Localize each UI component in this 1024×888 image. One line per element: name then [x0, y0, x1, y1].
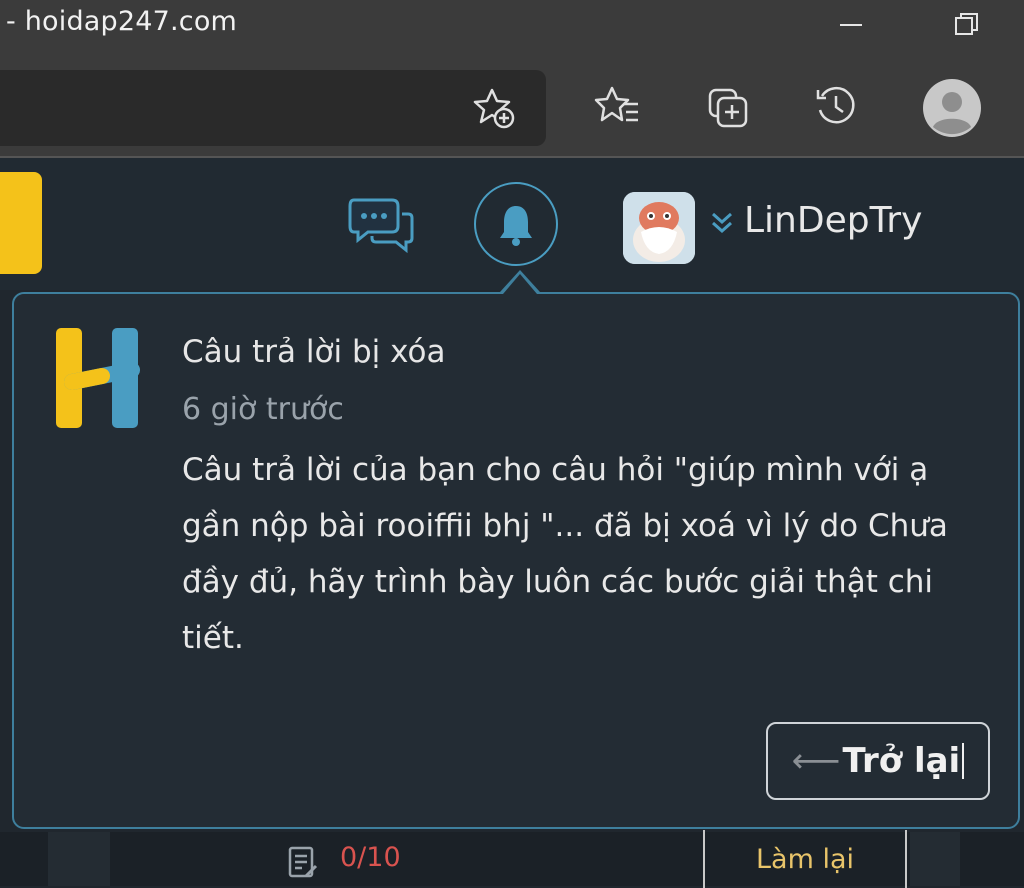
site-logo-block[interactable]: [0, 172, 42, 274]
bell-icon: [500, 206, 532, 246]
favorites-button[interactable]: [592, 80, 644, 132]
favorites-icon: [594, 86, 638, 122]
notification-logo: [52, 324, 148, 432]
avatar[interactable]: [623, 192, 695, 264]
back-button-label: Trở lại: [842, 741, 961, 781]
popup-pointer-fill: [503, 274, 537, 294]
browser-toolbar: [0, 56, 1024, 158]
notification-body: Câu trả lời của bạn cho câu hỏi "giúp mì…: [182, 452, 948, 656]
redo-button[interactable]: Làm lại: [703, 830, 907, 888]
favorite-add-icon: [473, 88, 515, 129]
text-caret: [962, 743, 965, 779]
score-value: 0/10: [340, 842, 401, 873]
notification-title: Câu trả lời bị xóa: [182, 334, 446, 370]
history-button[interactable]: [810, 80, 862, 132]
back-button[interactable]: ⟵ Trở lại: [766, 722, 990, 800]
collections-icon: [708, 88, 748, 128]
redo-button-label: Làm lại: [755, 843, 855, 875]
logo-h-icon: [56, 328, 140, 428]
notification-time: 6 giờ trước: [182, 392, 344, 427]
score-sheet-button: [288, 846, 318, 880]
collections-button[interactable]: [702, 80, 754, 132]
notification-popup: Câu trả lời bị xóa 6 giờ trước Câu trả l…: [12, 292, 1020, 829]
messages-button[interactable]: [346, 194, 418, 254]
browser-titlebar: - hoidap247.com: [0, 0, 1024, 56]
restore-icon: [955, 13, 978, 35]
back-arrow-icon: ⟵: [791, 741, 841, 781]
username[interactable]: LinDepTry: [744, 200, 922, 241]
favorite-add-button[interactable]: [468, 82, 520, 134]
minimize-button[interactable]: [830, 8, 870, 44]
address-bar[interactable]: [0, 70, 546, 146]
notifications-button[interactable]: [474, 182, 558, 266]
browser-title: - hoidap247.com: [6, 6, 238, 37]
restore-button[interactable]: [948, 8, 988, 44]
profile-icon: [923, 79, 981, 137]
user-menu-toggle[interactable]: [708, 208, 736, 240]
bottom-panel-right: [910, 832, 960, 886]
history-icon: [816, 86, 855, 124]
score-sheet-icon: [288, 846, 318, 878]
chat-icon: [348, 198, 414, 254]
bottom-bar: 0/10 Làm lại: [0, 830, 1024, 888]
bottom-panel-left: [48, 832, 110, 886]
profile-button[interactable]: [922, 78, 982, 138]
chevron-down-icon: [712, 212, 732, 234]
avatar-image: [623, 192, 695, 264]
